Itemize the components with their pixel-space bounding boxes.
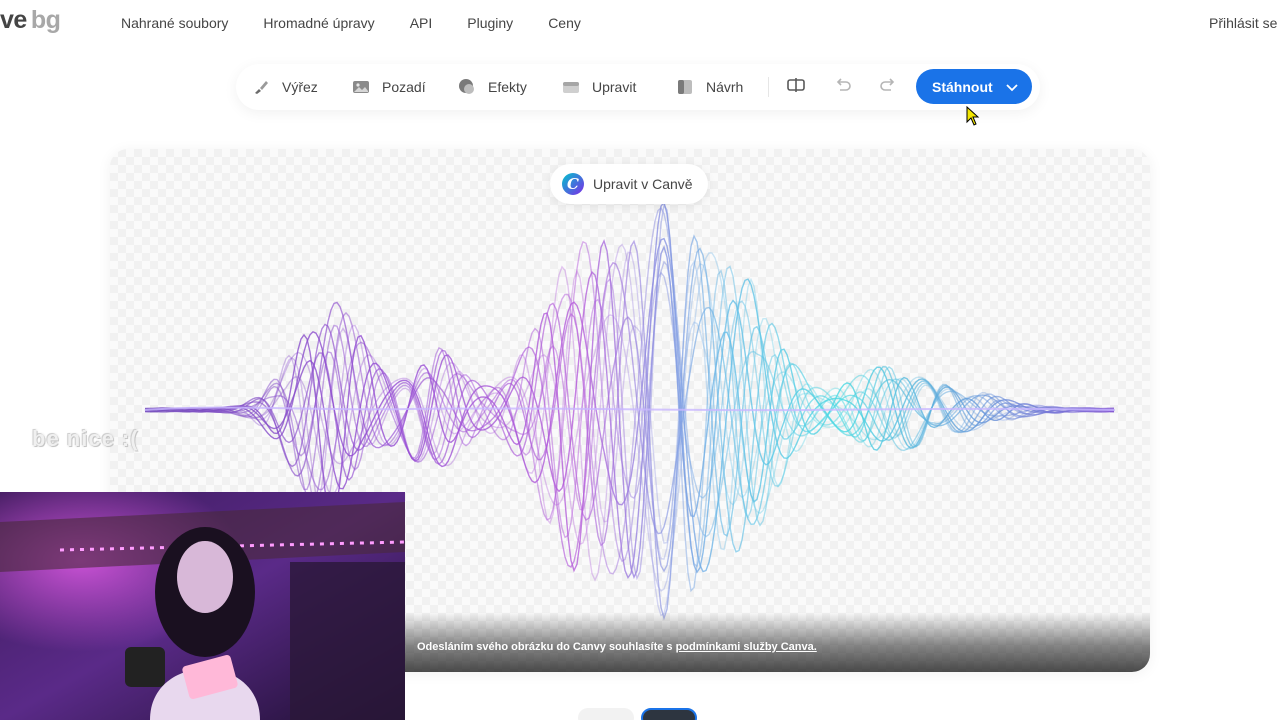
nav-link-plugins[interactable]: Pluginy [467,15,513,31]
logo-light-part: bg [30,6,61,34]
tool-label: Efekty [488,79,527,95]
brush-icon [252,78,270,96]
canva-consent-text: Odesláním svého obrázku do Canvy souhlas… [417,641,817,653]
design-icon [676,78,694,96]
nav-link-uploads[interactable]: Nahrané soubory [121,15,228,31]
undo-button[interactable] [833,77,853,97]
tool-adjust[interactable]: Upravit [562,64,636,110]
redo-icon [878,75,898,100]
nav-links: Nahrané soubory Hromadné úpravy API Plug… [121,15,616,31]
edit-in-canva-button[interactable]: C Upravit v Canvě [550,164,708,204]
mouse-cursor-icon [966,106,980,126]
image-icon [352,78,370,96]
tool-label: Výřez [282,79,318,95]
nav-link-pricing[interactable]: Ceny [548,15,581,31]
tool-background[interactable]: Pozadí [352,64,426,110]
webcam-feed [0,492,405,720]
effects-icon [458,78,476,96]
tool-label: Návrh [706,79,744,95]
chevron-down-icon [1005,80,1019,94]
nav-link-bulk-edit[interactable]: Hromadné úpravy [263,15,374,31]
thumbnail-selected[interactable] [641,708,697,720]
toolbar-divider [768,77,769,97]
tool-design[interactable]: Návrh [676,64,743,110]
nav-link-api[interactable]: API [410,15,433,31]
logo-dark-part: ve [0,6,27,34]
tool-effects[interactable]: Efekty [458,64,527,110]
compare-button[interactable] [786,77,806,97]
redo-button[interactable] [878,77,898,97]
tool-cutout[interactable]: Výřez [252,64,318,110]
edit-in-canva-label: Upravit v Canvě [593,176,693,192]
canva-terms-link[interactable]: podmínkami služby Canva. [676,641,817,653]
canva-logo-icon: C [562,173,584,195]
download-label: Stáhnout [932,78,993,95]
top-navigation: ve bg Nahrané soubory Hromadné úpravy API… [0,0,1280,46]
consent-prefix: Odesláním svého obrázku do Canvy souhlas… [417,641,676,653]
thumbnail-original[interactable] [578,708,634,720]
stream-overlay-text: be nice :( [32,426,139,451]
adjust-icon [562,78,580,96]
tool-label: Upravit [592,79,637,95]
tool-label: Pozadí [382,79,426,95]
logo[interactable]: ve bg [0,6,61,35]
compare-icon [786,75,806,100]
download-button[interactable]: Stáhnout [916,69,1032,104]
login-link[interactable]: Přihlásit se [1209,15,1277,31]
editor-toolbar: Výřez Pozadí Efekty Upravit Návrh Stáhno… [236,64,1040,110]
undo-icon [833,75,853,100]
